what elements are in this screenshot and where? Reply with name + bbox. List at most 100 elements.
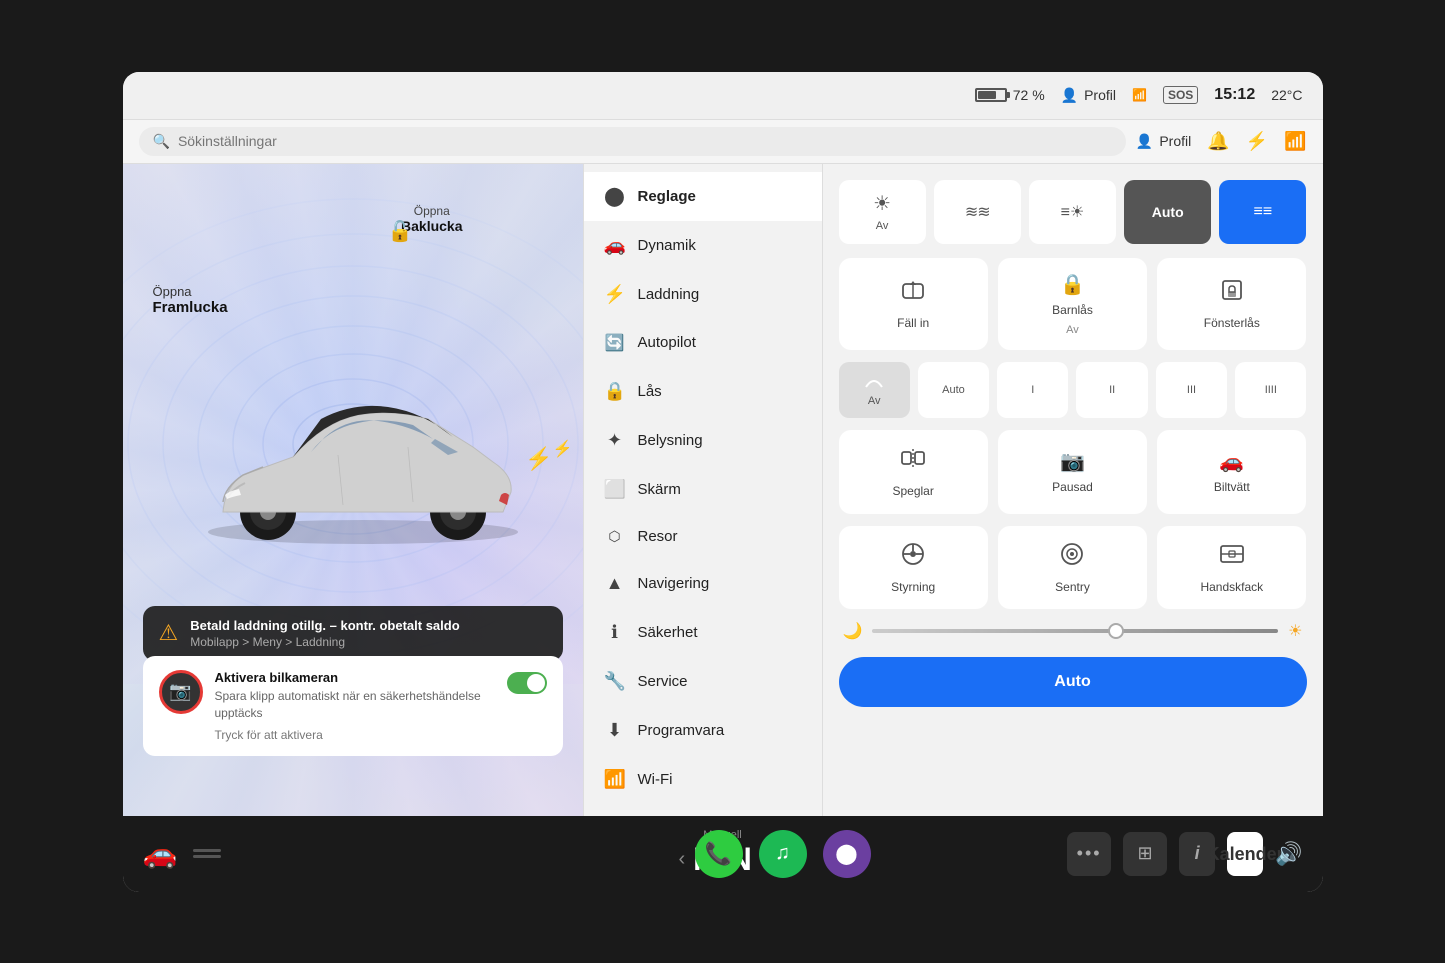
sentry-button[interactable]: Sentry [998, 526, 1147, 610]
wiper-speed1-label: I [1031, 384, 1034, 396]
search-input-area[interactable]: 🔍 [139, 127, 1126, 156]
menu-label-dynamik: Dynamik [638, 237, 696, 254]
carwash-icon: 🚗 [1219, 449, 1244, 474]
menu-item-autopilot[interactable]: 🔄 Autopilot [584, 319, 822, 367]
main-screen: 72 % 👤 Profil 📶 SOS 15:12 22°C 🔍 👤 Profi… [123, 72, 1323, 892]
belysning-icon: ✦ [604, 430, 626, 451]
wiper-speed3-button[interactable]: III [1156, 362, 1227, 418]
fold-in-icon [899, 276, 927, 310]
search-input[interactable] [178, 133, 1112, 149]
camera-title: Aktivera bilkameran [215, 670, 495, 685]
front-hood-label[interactable]: Öppna Framlucka [153, 284, 228, 316]
wiper-speed2-button[interactable]: II [1076, 362, 1147, 418]
header-profile[interactable]: 👤 Profil [1136, 133, 1191, 150]
menu-item-programvara[interactable]: ⬇ Programvara [584, 706, 822, 755]
menu-item-navigering[interactable]: ▲ Navigering [584, 559, 822, 608]
menu-item-sakerhet[interactable]: ℹ Säkerhet [584, 608, 822, 657]
window-lock-button[interactable]: Fönsterlås [1157, 258, 1306, 351]
glovebox-button[interactable]: Handskfack [1157, 526, 1306, 610]
gear-arrow-left[interactable]: ‹ [679, 848, 686, 871]
volume-button[interactable]: 🔊 [1275, 841, 1302, 867]
map-button[interactable]: ⊞ [1123, 832, 1167, 876]
menu-item-service[interactable]: 🔧 Service [584, 657, 822, 706]
dynamik-icon: 🚗 [604, 235, 626, 256]
more-apps-button[interactable]: ••• [1067, 832, 1111, 876]
headlights-controls: ☀ Av ≋≋ ≡☀ Auto ≡≡ [839, 180, 1307, 244]
auto-button-label: Auto [1054, 673, 1090, 690]
headlight-auto-label: Auto [1152, 204, 1184, 220]
profile-button[interactable]: 👤 Profil [1061, 87, 1116, 104]
brightness-thumb[interactable] [1108, 623, 1124, 639]
brightness-dim-icon: 🌙 [843, 621, 863, 641]
auto-button[interactable]: Auto [839, 657, 1307, 707]
spotify-app-button[interactable]: ♫ [759, 830, 807, 878]
car-status-dot2 [193, 855, 221, 858]
menu-item-las[interactable]: 🔒 Lås [584, 367, 822, 416]
notification-icon[interactable]: 🔔 [1207, 131, 1229, 152]
camera-app-icon: ⬤ [835, 841, 857, 866]
date-number: Kalender [1207, 845, 1284, 863]
sos-button[interactable]: SOS [1163, 86, 1198, 104]
status-bar: 72 % 👤 Profil 📶 SOS 15:12 22°C [123, 72, 1323, 120]
taskbar-car-icon[interactable]: 🚗 [143, 837, 178, 870]
camera-activation-card[interactable]: 📷 Aktivera bilkameran Spara klipp automa… [143, 656, 563, 756]
battery-info: 72 % [975, 87, 1045, 103]
wifi-icon: 📶 [1132, 88, 1147, 102]
carwash-button[interactable]: 🚗 Biltvätt [1157, 430, 1306, 514]
wiper-off-button[interactable]: Av [839, 362, 910, 418]
fold-in-button[interactable]: Fäll in [839, 258, 988, 351]
steering-controls-row: Styrning Sentry [839, 526, 1307, 610]
dots-icon: ••• [1077, 843, 1102, 864]
headlight-low-button[interactable]: ≡☀ [1029, 180, 1116, 244]
battery-fill [978, 91, 997, 99]
menu-item-dynamik[interactable]: 🚗 Dynamik [584, 221, 822, 270]
wiper-auto-button[interactable]: Auto [918, 362, 989, 418]
las-icon: 🔒 [604, 381, 626, 402]
brightness-row: 🌙 ☀ [839, 621, 1307, 641]
battery-percent: 72 % [1013, 87, 1045, 103]
menu-item-wifi[interactable]: 📶 Wi-Fi [584, 755, 822, 804]
temperature-display: 22°C [1271, 87, 1302, 103]
warning-notification[interactable]: ⚠ Betald laddning otillg. – kontr. obeta… [143, 606, 563, 661]
taskbar-left: 🚗 [143, 837, 723, 870]
warning-subtitle: Mobilapp > Meny > Laddning [190, 635, 459, 649]
warning-triangle-icon: ⚠ [159, 620, 179, 646]
headlight-high-button[interactable]: ≡≡ [1219, 180, 1306, 244]
wiper-speed4-button[interactable]: IIII [1235, 362, 1306, 418]
menu-label-las: Lås [638, 383, 662, 400]
phone-app-button[interactable]: 📞 [695, 830, 743, 878]
mirrors-button[interactable]: Speglar [839, 430, 988, 514]
headlight-drl-button[interactable]: ≋≋ [934, 180, 1021, 244]
menu-label-laddning: Laddning [638, 286, 700, 303]
glovebox-label: Handskfack [1200, 580, 1263, 596]
headlight-off-label: Av [876, 220, 889, 232]
menu-item-reglage[interactable]: ⬤ Reglage [584, 172, 822, 221]
dashcam-button[interactable]: 📷 Pausad [998, 430, 1147, 514]
menu-item-laddning[interactable]: ⚡ Laddning [584, 270, 822, 319]
camera-toggle[interactable] [507, 672, 547, 694]
mirror-controls-row: Speglar 📷 Pausad 🚗 Biltvätt [839, 430, 1307, 514]
menu-label-autopilot: Autopilot [638, 334, 696, 351]
phone-icon: 📞 [705, 841, 732, 867]
calendar-button[interactable]: Kalender [1227, 832, 1263, 876]
headlight-auto-button[interactable]: Auto [1124, 180, 1211, 244]
steering-label: Styrning [891, 580, 935, 596]
low-beam-icon: ≡☀ [1061, 202, 1085, 222]
child-lock-button[interactable]: 🔒 Barnlås Av [998, 258, 1147, 351]
wiper-speed1-button[interactable]: I [997, 362, 1068, 418]
menu-item-skarm[interactable]: ⬜ Skärm [584, 465, 822, 514]
camera-action-label: Tryck för att aktivera [215, 728, 495, 742]
bluetooth-icon[interactable]: ⚡ [1246, 131, 1268, 152]
settings-menu: ⬤ Reglage 🚗 Dynamik ⚡ Laddning 🔄 Autopil… [583, 164, 823, 816]
profile-label: Profil [1084, 87, 1116, 103]
menu-item-resor[interactable]: ⬡ Resor [584, 514, 822, 559]
menu-label-programvara: Programvara [638, 722, 725, 739]
controls-panel: ☀ Av ≋≋ ≡☀ Auto ≡≡ [823, 164, 1323, 816]
steering-button[interactable]: Styrning [839, 526, 988, 610]
camera-app-button[interactable]: ⬤ [823, 830, 871, 878]
menu-item-belysning[interactable]: ✦ Belysning [584, 416, 822, 465]
wifi-header-icon[interactable]: 📶 [1284, 131, 1306, 152]
camera-symbol: 📷 [169, 681, 191, 702]
brightness-slider[interactable] [872, 629, 1278, 633]
headlight-off-button[interactable]: ☀ Av [839, 180, 926, 244]
